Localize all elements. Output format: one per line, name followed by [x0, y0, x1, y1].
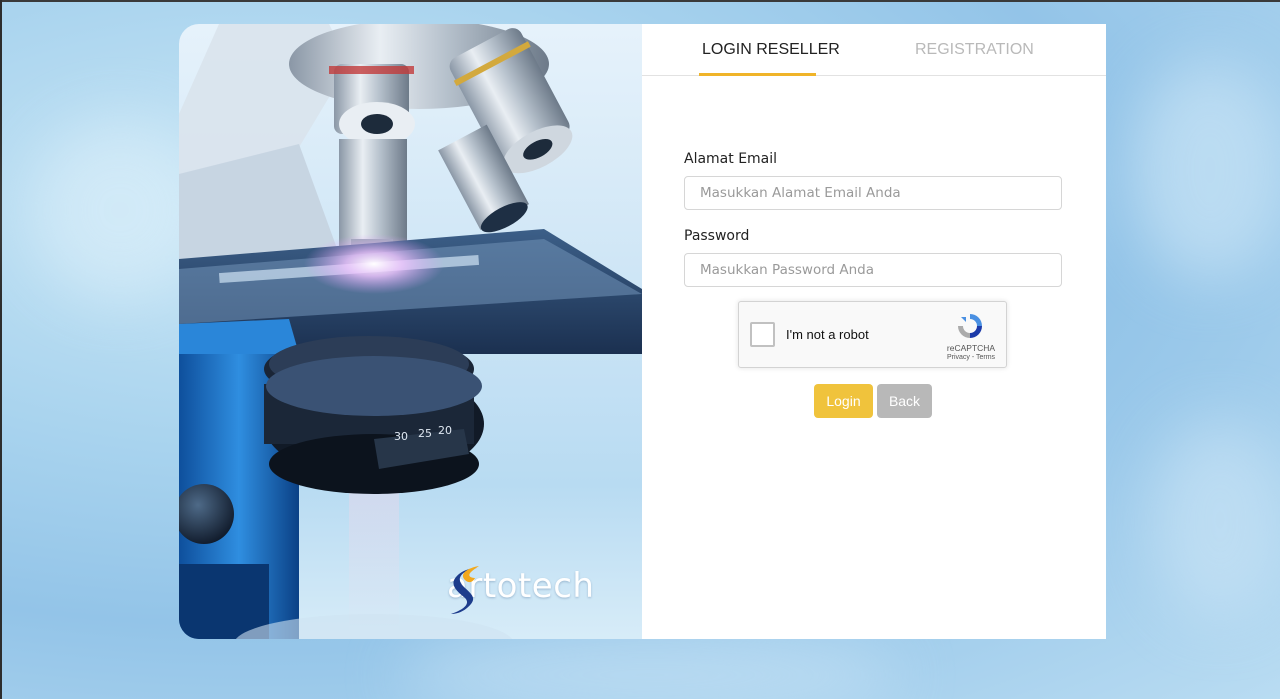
login-card: 30 25 20 artotech LOGIN RESELLER REGISTR… [179, 24, 1106, 639]
tab-registration[interactable]: REGISTRATION [915, 41, 1034, 59]
brand-s-icon [451, 566, 479, 614]
login-panel: LOGIN RESELLER REGISTRATION Alamat Email… [642, 24, 1106, 639]
microscope-image: 30 25 20 [179, 24, 642, 639]
dial-number: 20 [438, 424, 452, 437]
background-bokeh [1130, 60, 1280, 280]
email-field[interactable] [684, 176, 1062, 210]
sartotech-logo: artotech [447, 564, 594, 614]
recaptcha-label: I'm not a robot [786, 327, 869, 342]
background-bokeh [1150, 420, 1280, 620]
tab-bar: LOGIN RESELLER REGISTRATION [642, 24, 1106, 76]
active-tab-indicator [699, 73, 816, 76]
password-field[interactable] [684, 253, 1062, 287]
background-bokeh [400, 630, 900, 699]
window-edge-top [0, 0, 1280, 2]
window-edge-left [0, 0, 2, 699]
recaptcha-checkbox[interactable] [750, 322, 775, 347]
recaptcha-brand: reCAPTCHA [946, 343, 996, 353]
recaptcha-links[interactable]: Privacy - Terms [941, 354, 1001, 361]
login-button[interactable]: Login [814, 384, 873, 418]
hero-image: 30 25 20 artotech [179, 24, 642, 639]
dial-number: 30 [394, 430, 408, 443]
tab-login-reseller[interactable]: LOGIN RESELLER [702, 41, 840, 59]
email-label: Alamat Email [684, 151, 778, 167]
recaptcha-icon [958, 314, 982, 338]
dial-number: 25 [418, 427, 432, 440]
password-label: Password [684, 228, 750, 244]
back-button[interactable]: Back [877, 384, 932, 418]
recaptcha-widget: I'm not a robot reCAPTCHA Privacy - Term… [738, 301, 1007, 368]
